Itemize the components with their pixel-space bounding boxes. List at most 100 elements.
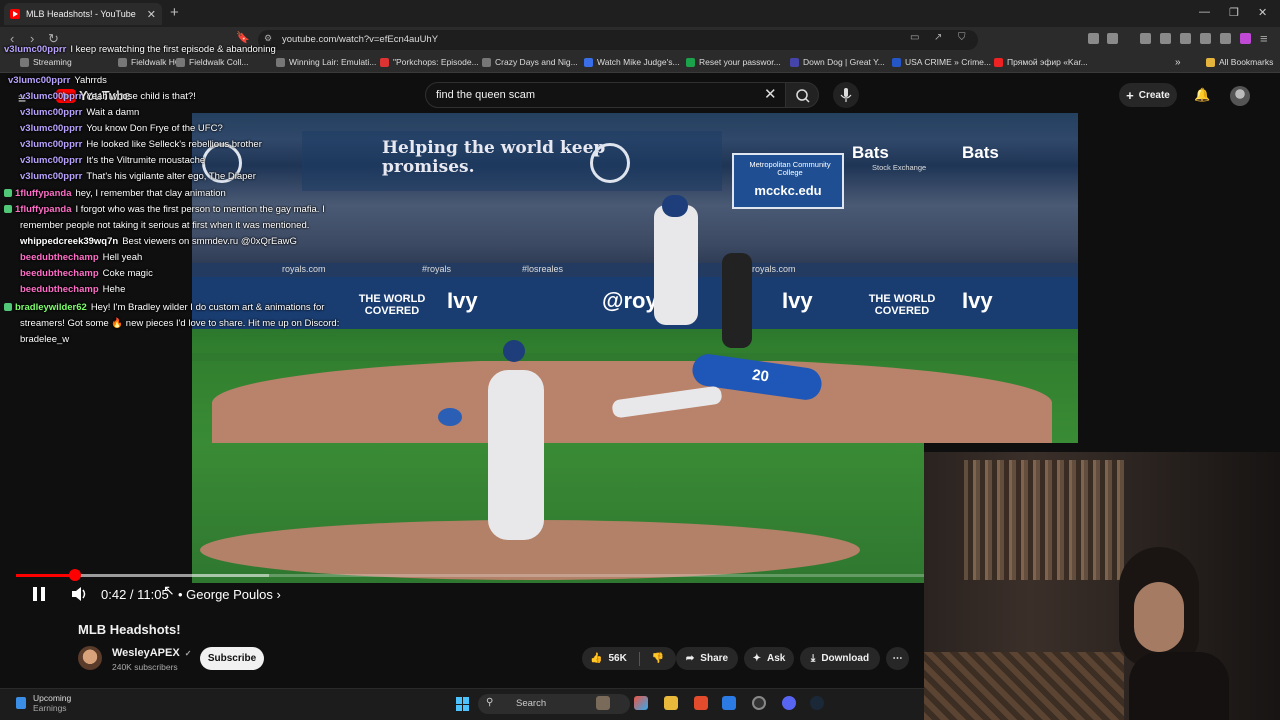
bookmark-item[interactable]: USA CRIME » Crime... <box>892 57 991 67</box>
site-info-icon[interactable]: ⚙ <box>264 33 272 44</box>
wall-ad-ivy: Ivy <box>447 288 478 313</box>
new-tab-button[interactable]: + <box>170 4 179 21</box>
video-frame[interactable]: Helping the world keep promises. Metropo… <box>192 113 1078 443</box>
chat-message: beedubthechamp Coke magic <box>20 268 153 280</box>
account-avatar[interactable] <box>1230 86 1250 106</box>
bookmark-item[interactable]: Fieldwalk Coll... <box>176 57 249 67</box>
url-field[interactable]: youtube.com/watch?v=efEcn4auUhY <box>258 30 978 50</box>
chat-message: v3lumc00pprr I keep rewatching the first … <box>4 44 276 56</box>
copilot-icon[interactable] <box>634 696 648 710</box>
subscribe-button[interactable]: Subscribe <box>200 647 264 670</box>
discord-icon[interactable] <box>782 696 796 710</box>
chat-text: Yeah whose child is that?! <box>86 91 196 102</box>
chat-message-continued: bradelee_w <box>20 334 69 346</box>
chat-text: It's the Viltrumite moustache <box>86 155 206 166</box>
share-button[interactable]: ➦ Share <box>676 647 738 670</box>
bookmark-item[interactable]: Watch Mike Judge's... <box>584 57 680 67</box>
share-page-icon[interactable]: ↗ <box>934 32 942 43</box>
volume-button[interactable] <box>70 585 90 606</box>
bookmark-item[interactable]: Reset your passwor... <box>686 57 781 67</box>
chat-badge-icon <box>4 205 12 214</box>
chat-username: whippedcreek39wq7n <box>20 236 119 247</box>
search-button[interactable] <box>785 82 819 108</box>
channel-name[interactable]: WesleyAPEX ✓ <box>112 647 191 659</box>
media-icon[interactable] <box>1140 33 1151 44</box>
close-tab-icon[interactable]: ✕ <box>147 8 156 21</box>
pause-button[interactable] <box>30 584 48 607</box>
extension-icon[interactable] <box>1088 33 1099 44</box>
widget-line-1: Upcoming <box>33 693 72 703</box>
extension-icon[interactable] <box>1107 33 1118 44</box>
bookmark-item[interactable]: Down Dog | Great Y... <box>790 57 885 67</box>
chat-username: beedubthechamp <box>20 284 99 295</box>
minimize-button[interactable]: — <box>1199 6 1210 18</box>
bookmark-item[interactable]: Crazy Days and Nig... <box>482 57 578 67</box>
start-button-icon[interactable] <box>456 697 470 711</box>
extension-icon[interactable] <box>1220 33 1231 44</box>
brave-browser-icon[interactable] <box>694 696 708 710</box>
wallet-icon[interactable] <box>1180 33 1191 44</box>
chat-message: beedubthechamp Hell yeah <box>20 252 142 264</box>
chat-text: Hehe <box>102 284 126 295</box>
channel-avatar[interactable] <box>78 646 102 670</box>
create-button[interactable]: + Create <box>1119 83 1177 107</box>
chapter-button[interactable]: • George Poulos › <box>178 587 281 602</box>
bookmark-favicon-icon <box>118 57 127 67</box>
menu-icon[interactable]: ≡ <box>1260 31 1268 46</box>
channel-name-text: WesleyAPEX <box>112 647 180 659</box>
chat-username: v3lumc00pprr <box>4 44 67 55</box>
extension-icon[interactable] <box>1200 33 1211 44</box>
chat-username: bradleywilder62 <box>15 302 87 313</box>
app-icon[interactable] <box>722 696 736 710</box>
download-icon: ⤓ <box>810 653 816 664</box>
tab-youtube[interactable]: MLB Headshots! - YouTube ✕ <box>4 3 162 25</box>
bookmark-item[interactable]: Fieldwalk HQ <box>118 57 182 67</box>
bookmark-icon[interactable]: 🔖 <box>236 31 250 44</box>
taskbar-search-placeholder: Search <box>516 698 547 709</box>
more-actions-button[interactable]: ⋯ <box>886 647 909 670</box>
bookmark-favicon-icon <box>994 57 1003 67</box>
chat-message: whippedcreek39wq7n Best viewers on smmdev… <box>20 236 297 248</box>
ask-button[interactable]: ✦ Ask <box>744 647 794 670</box>
cast-icon[interactable]: ▭ <box>910 32 919 43</box>
like-button[interactable]: 👍 56K <box>590 653 627 664</box>
stocks-widget-icon[interactable] <box>16 697 26 709</box>
more-icon: ⋯ <box>892 653 903 664</box>
obs-icon[interactable] <box>752 696 766 710</box>
download-button[interactable]: ⤓ Download <box>800 647 880 670</box>
progress-scrubber-handle[interactable] <box>69 569 81 581</box>
ask-label: Ask <box>767 653 786 664</box>
bookmark-item[interactable]: Winning Lair: Emulati... <box>276 57 376 67</box>
download-label: Download <box>821 653 870 664</box>
bookmark-item[interactable]: Прямой эфир «Kar... <box>994 57 1088 67</box>
dislike-button[interactable]: 👎 <box>652 653 664 664</box>
search-icon <box>796 89 810 103</box>
chat-badge-icon <box>4 303 12 312</box>
extension-icon[interactable] <box>1240 33 1251 44</box>
folder-icon <box>20 57 29 67</box>
search-input[interactable]: find the queen scam <box>425 82 790 108</box>
bookmark-item[interactable]: Streaming <box>20 57 72 67</box>
volume-icon <box>72 587 86 601</box>
more-bookmarks-icon[interactable]: » <box>1175 57 1181 68</box>
voice-search-button[interactable] <box>833 82 859 108</box>
maximize-button[interactable]: ❐ <box>1229 6 1239 19</box>
bookmark-item[interactable]: "Porkchops: Episode... <box>380 57 479 67</box>
chat-message: v3lumc00pprr He looked like Selleck's reb… <box>20 139 262 151</box>
clear-search-icon[interactable]: ✕ <box>764 85 777 103</box>
close-window-button[interactable]: ✕ <box>1258 6 1267 19</box>
chat-text: I forgot who was the first person to men… <box>75 204 325 215</box>
sidebar-icon[interactable] <box>1160 33 1171 44</box>
file-explorer-icon[interactable] <box>664 696 678 710</box>
mcc-top-text: Metropolitan Community College <box>749 160 831 177</box>
chat-message: v3lumc00pprr It's the Viltrumite moustach… <box>20 155 205 167</box>
mouse-cursor-icon: ↖ <box>163 582 175 598</box>
shield-icon[interactable]: ⛉ <box>958 32 966 43</box>
widget-text[interactable]: Upcoming Earnings <box>33 693 71 713</box>
youtube-favicon-icon <box>10 9 20 19</box>
bats-ad-1: Bats <box>852 143 889 162</box>
notifications-bell-icon[interactable]: 🔔 <box>1194 87 1210 103</box>
steam-icon[interactable] <box>810 696 824 710</box>
all-bookmarks-folder[interactable]: All Bookmarks <box>1206 57 1273 67</box>
like-dislike-group: 👍 56K 👎 <box>582 647 676 670</box>
